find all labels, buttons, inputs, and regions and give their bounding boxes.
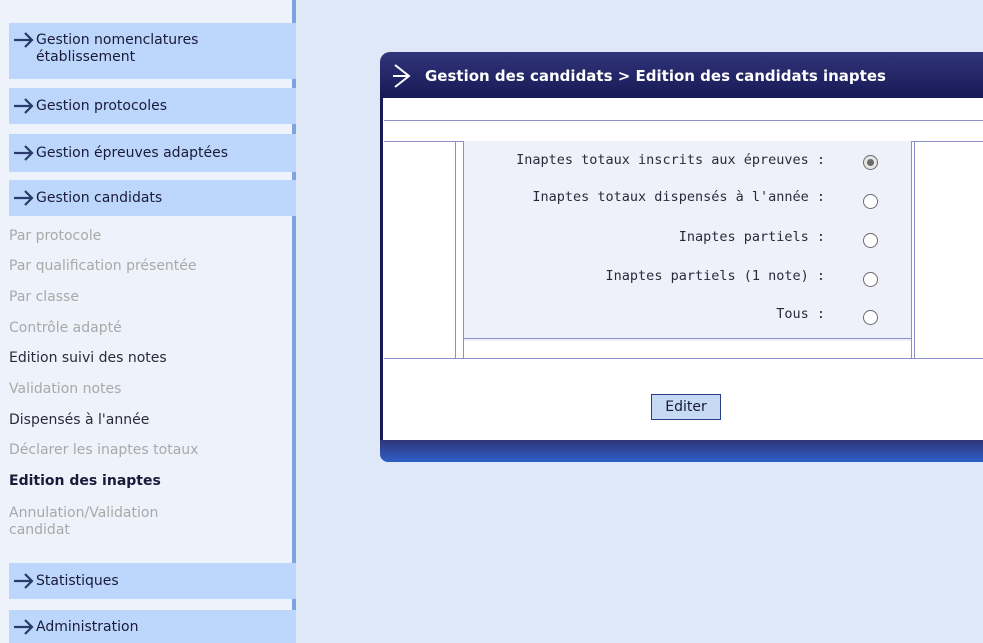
- arrow-right-icon: [14, 98, 34, 114]
- arrow-right-icon: [14, 145, 34, 161]
- sidebar-item-annulation-validation: Annulation/Validation: [9, 505, 159, 521]
- sidebar-section-administration[interactable]: Administration: [9, 610, 297, 643]
- sidebar-section-label: Gestion épreuves adaptées: [36, 145, 229, 161]
- divider: [911, 141, 912, 359]
- sidebar-item-validation-notes: Validation notes: [9, 381, 122, 397]
- divider: [384, 120, 983, 121]
- editer-button[interactable]: Editer: [651, 394, 721, 420]
- sidebar-item-edition-inaptes[interactable]: Edition des inaptes: [9, 473, 161, 489]
- sidebar-item-par-qualification: Par qualification présentée: [9, 258, 197, 274]
- sidebar-item-controle-adapte: Contrôle adapté: [9, 320, 122, 336]
- option-label-inaptes-partiels: Inaptes partiels :: [678, 229, 825, 245]
- radio-inaptes-totaux-inscrits[interactable]: [863, 155, 878, 170]
- arrow-right-icon: [14, 32, 34, 48]
- option-label-inaptes-totaux-inscrits: Inaptes totaux inscrits aux épreuves :: [516, 152, 825, 168]
- option-label-inaptes-totaux-dispenses: Inaptes totaux dispensés à l'année :: [532, 189, 825, 205]
- option-label-tous: Tous :: [776, 306, 825, 322]
- sidebar-section-label: Gestion candidats: [36, 190, 163, 206]
- divider: [463, 338, 912, 339]
- divider: [914, 141, 915, 359]
- sidebar-section-epreuves[interactable]: Gestion épreuves adaptées: [9, 134, 297, 172]
- panel-footer-bar: [380, 440, 983, 462]
- option-label-inaptes-partiels-1-note: Inaptes partiels (1 note) :: [605, 268, 825, 284]
- sidebar-section-label: Gestion protocoles: [36, 98, 168, 114]
- sidebar-section-label: Administration: [36, 619, 139, 635]
- sidebar-item-declarer-inaptes: Déclarer les inaptes totaux: [9, 442, 199, 458]
- arrow-right-icon: [14, 190, 34, 206]
- radio-tous[interactable]: [863, 310, 878, 325]
- sidebar-item-dispenses-annee[interactable]: Dispensés à l'année: [9, 412, 149, 428]
- sidebar: Gestion nomenclatures établissement Gest…: [0, 0, 297, 643]
- divider: [455, 141, 456, 359]
- sidebar-item-annulation-validation-line2: candidat: [9, 522, 70, 538]
- divider: [384, 358, 983, 359]
- divider: [463, 141, 464, 359]
- sidebar-item-edition-suivi-notes[interactable]: Edition suivi des notes: [9, 350, 167, 366]
- arrow-right-icon: [14, 619, 34, 635]
- sidebar-section-label: Statistiques: [36, 573, 119, 589]
- sidebar-section-statistiques[interactable]: Statistiques: [9, 563, 297, 599]
- sidebar-section-protocoles[interactable]: Gestion protocoles: [9, 88, 297, 124]
- sidebar-section-nomenclatures[interactable]: Gestion nomenclatures établissement: [9, 23, 297, 79]
- sidebar-section-candidats[interactable]: Gestion candidats: [9, 180, 297, 216]
- radio-inaptes-partiels[interactable]: [863, 233, 878, 248]
- arrow-right-icon: [393, 64, 411, 88]
- sidebar-item-par-protocole: Par protocole: [9, 228, 102, 244]
- panel-header: Gestion des candidats > Edition des cand…: [380, 52, 983, 98]
- radio-inaptes-totaux-dispenses[interactable]: [863, 194, 878, 209]
- radio-inaptes-partiels-1-note[interactable]: [863, 272, 878, 287]
- sidebar-item-par-classe: Par classe: [9, 289, 79, 305]
- sidebar-section-label: Gestion nomenclatures: [36, 32, 199, 48]
- panel-title: Gestion des candidats > Edition des cand…: [425, 67, 886, 85]
- arrow-right-icon: [14, 573, 34, 589]
- sidebar-section-label-line2: établissement: [36, 49, 136, 65]
